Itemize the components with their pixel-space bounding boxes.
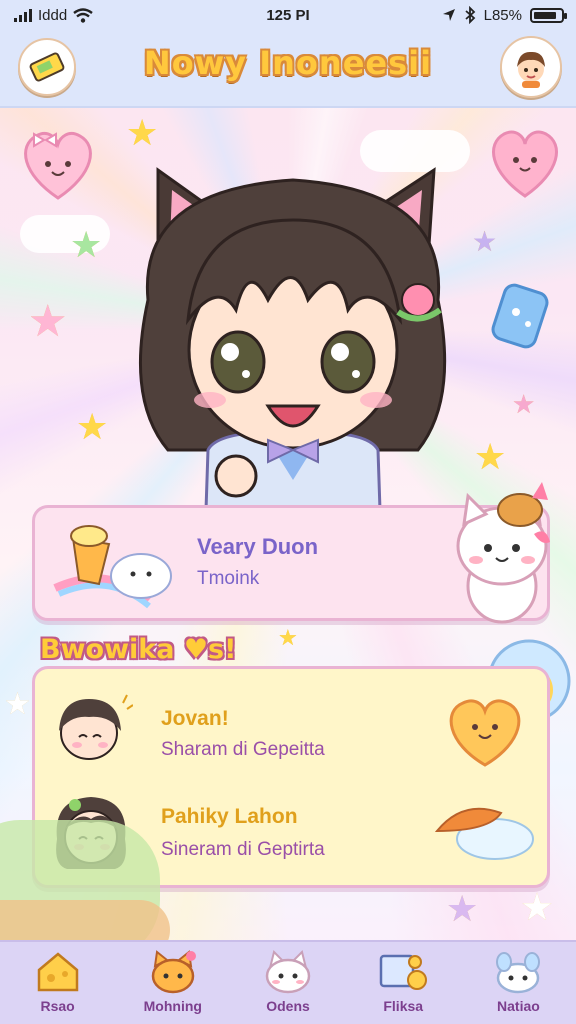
cheese-house-icon — [37, 952, 78, 992]
friend-list-item[interactable]: Jovan! Sharam di Gepeitta — [35, 679, 547, 769]
heart-bubble-icon — [492, 130, 558, 198]
battery-percent: L85% — [483, 6, 522, 24]
avatar-icon — [517, 51, 545, 88]
battery-icon — [530, 7, 567, 23]
tab-label: Natiao — [497, 998, 540, 1014]
profile-subtitle: Tmoink — [197, 568, 260, 589]
star-icon: ★ — [474, 437, 507, 478]
battery-fill — [534, 11, 557, 19]
bunny-icon — [496, 952, 541, 994]
friend-name: Jovan! — [161, 707, 229, 730]
star-icon: ★ — [126, 113, 159, 154]
star-icon: ★ — [512, 390, 536, 420]
friend-subtitle: Sineram di Geptirta — [161, 839, 325, 860]
friend-subtitle: Sharam di Gepeitta — [161, 739, 325, 760]
star-icon: ★ — [4, 687, 31, 722]
profile-name: Veary Duon — [197, 534, 319, 559]
bottom-tab-bar: Rsao Mohning Odens Fliksa Natiao — [0, 940, 576, 1024]
tab-natiao[interactable]: Natiao — [461, 942, 576, 1024]
star-icon: ★ — [520, 885, 555, 929]
profile-avatar-button[interactable] — [500, 36, 562, 98]
app-screen: ★ ★ ★ ★ ★ ★ ★ ★ ★ ★ ★ Iddd 125 PI L85% N… — [0, 0, 576, 1024]
star-icon: ★ — [446, 889, 479, 930]
tab-odens[interactable]: Odens — [230, 942, 345, 1024]
tab-label: Fliksa — [383, 998, 424, 1014]
star-icon: ★ — [472, 225, 498, 258]
star-icon: ★ — [70, 225, 103, 266]
chibi-character-illustration — [139, 167, 447, 510]
location-icon — [442, 9, 455, 21]
screen-cookie-icon — [379, 954, 428, 990]
friend-name: Pahiky Lahon — [161, 805, 298, 828]
star-icon: ★ — [28, 296, 68, 347]
friends-section-title: Bwowika ♥s! — [40, 634, 237, 665]
cat-face-icon — [151, 950, 196, 994]
friend-avatar-boy — [59, 694, 133, 760]
heart-bubble-icon — [24, 131, 92, 200]
tab-label: Odens — [266, 998, 310, 1014]
tab-label: Rsao — [40, 998, 75, 1014]
tab-mohning[interactable]: Mohning — [115, 942, 230, 1024]
yellow-heart-bubble-icon — [449, 699, 521, 767]
bluetooth-icon — [465, 6, 475, 24]
phone-gem-icon — [491, 283, 549, 349]
sushi-cloud-icon — [434, 807, 534, 860]
cat-mascot-icon — [456, 482, 550, 624]
kitty-icon — [265, 950, 311, 994]
status-bar: Iddd 125 PI L85% — [0, 0, 576, 30]
dessert-cat-icon — [53, 525, 172, 609]
app-header: Nowy Inoneesii — [0, 30, 576, 108]
tab-fliksa[interactable]: Fliksa — [346, 942, 461, 1024]
tab-rsao[interactable]: Rsao — [0, 942, 115, 1024]
page-title: Nowy Inoneesii — [143, 44, 433, 82]
star-icon: ★ — [278, 626, 298, 651]
tab-label: Mohning — [143, 998, 202, 1014]
star-icon: ★ — [76, 407, 109, 448]
